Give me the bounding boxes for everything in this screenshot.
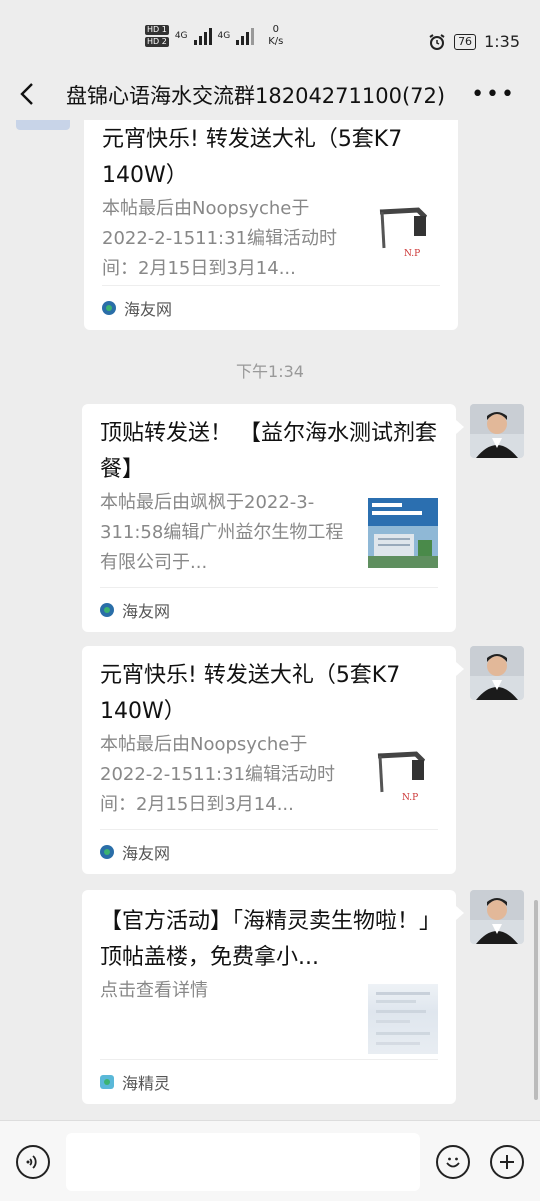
signal-icon	[193, 27, 212, 45]
chat-title: 盘锦心语海水交流群18204271100(72)	[66, 84, 446, 108]
network-type-2: 4G	[217, 31, 231, 41]
source-name: 海精灵	[122, 1074, 171, 1093]
card-source: 海友网	[100, 587, 438, 632]
haijingling-icon	[100, 1075, 114, 1089]
source-name: 海友网	[124, 300, 173, 319]
speed-value: 0	[272, 24, 279, 35]
building-thumbnail	[368, 498, 438, 568]
more-options-icon[interactable]: •••	[471, 82, 516, 107]
hd2-badge: HD 2	[145, 37, 169, 47]
share-card[interactable]: 元宵快乐! 转发送大礼（5套K7 140W） 本帖最后由Noopsyche于20…	[84, 120, 458, 330]
bubble-tail	[456, 662, 464, 676]
speed-unit: K/s	[268, 36, 284, 47]
chat-header: 盘锦心语海水交流群18204271100(72) •••	[0, 70, 540, 120]
share-card[interactable]: 顶贴转发送！ 【益尔海水测试剂套餐】 本帖最后由飒枫于2022-3-311:58…	[82, 404, 456, 632]
svg-text:N.P: N.P	[402, 793, 418, 803]
status-right: 76 1:35	[428, 32, 520, 51]
message-list[interactable]: 元宵快乐! 转发送大礼（5套K7 140W） 本帖最后由Noopsyche于20…	[0, 120, 540, 1120]
clock: 1:35	[484, 32, 520, 51]
card-description: 点击查看详情	[100, 980, 208, 1001]
card-title: 元宵快乐! 转发送大礼（5套K7 140W）	[100, 663, 401, 724]
signal-icon-2	[236, 27, 255, 45]
card-title: 顶贴转发送！ 【益尔海水测试剂套餐】	[100, 421, 437, 482]
card-source: 海友网	[100, 829, 438, 874]
card-description: 本帖最后由飒枫于2022-3-311:58编辑广州益尔生物工程有限公司于...	[100, 492, 344, 573]
lamp-thumbnail: N.P	[370, 196, 440, 266]
haiyouwang-icon	[100, 845, 114, 859]
card-title: 元宵快乐! 转发送大礼（5套K7 140W）	[102, 127, 403, 188]
battery-indicator: 76	[454, 33, 477, 50]
source-name: 海友网	[122, 602, 171, 621]
card-description: 本帖最后由Noopsyche于2022-2-1511:31编辑活动时间：2月15…	[102, 198, 338, 279]
haiyouwang-icon	[100, 603, 114, 617]
scrollbar[interactable]	[534, 900, 538, 1100]
card-source: 海友网	[102, 285, 440, 330]
network-speed: 0 K/s	[268, 24, 283, 48]
user-avatar[interactable]	[470, 646, 524, 700]
back-arrow-icon[interactable]	[14, 80, 42, 108]
card-source: 海精灵	[100, 1059, 438, 1104]
blurred-thumbnail	[368, 984, 438, 1054]
input-bar	[0, 1120, 540, 1201]
sender-avatar-partial[interactable]	[16, 120, 70, 130]
emoji-icon[interactable]	[436, 1145, 470, 1179]
haiyouwang-icon	[102, 301, 116, 315]
alarm-icon	[429, 33, 445, 50]
network-type-1: 4G	[174, 31, 188, 41]
message-input[interactable]	[66, 1133, 420, 1191]
status-bar: HD 1 HD 2 4G 4G 0 K/s 76 1:35	[0, 0, 540, 80]
source-name: 海友网	[122, 844, 171, 863]
share-card[interactable]: 元宵快乐! 转发送大礼（5套K7 140W） 本帖最后由Noopsyche于20…	[82, 646, 456, 874]
lamp-thumbnail: N.P	[368, 740, 438, 810]
card-description: 本帖最后由Noopsyche于2022-2-1511:31编辑活动时间：2月15…	[100, 734, 336, 815]
network-indicators: HD 1 HD 2 4G 4G 0 K/s	[145, 24, 283, 48]
bubble-tail	[456, 420, 464, 434]
voice-input-icon[interactable]	[16, 1145, 50, 1179]
add-attachment-icon[interactable]	[490, 1145, 524, 1179]
bubble-tail	[456, 906, 464, 920]
hd1-badge: HD 1	[145, 25, 169, 35]
svg-text:N.P: N.P	[404, 249, 420, 259]
user-avatar[interactable]	[470, 890, 524, 944]
card-title: 【官方活动】「海精灵卖生物啦！」顶帖盖楼，免费拿小...	[100, 909, 431, 970]
user-avatar[interactable]	[470, 404, 524, 458]
share-card[interactable]: 【官方活动】「海精灵卖生物啦！」顶帖盖楼，免费拿小... 点击查看详情 海精灵	[82, 890, 456, 1104]
time-divider: 下午1:34	[236, 362, 304, 381]
hd-badges: HD 1 HD 2	[145, 25, 169, 47]
